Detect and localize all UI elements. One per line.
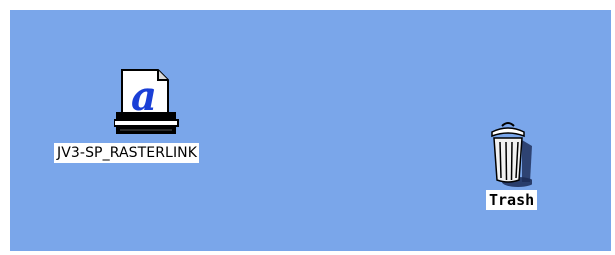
printer-icon: a: [114, 69, 179, 134]
desktop-icon-printer[interactable]: a JV3-SP_RASTERLINK: [52, 68, 256, 168]
desktop-icon-label[interactable]: JV3-SP_RASTERLINK: [54, 143, 200, 163]
screen-frame: a JV3-SP_RASTERLINK Trash: [0, 0, 615, 255]
desktop[interactable]: a JV3-SP_RASTERLINK Trash: [10, 10, 611, 251]
desktop-icon-label[interactable]: Trash: [486, 190, 538, 210]
trash-icon: [491, 122, 532, 187]
desktop-icon-trash[interactable]: Trash: [480, 120, 554, 220]
